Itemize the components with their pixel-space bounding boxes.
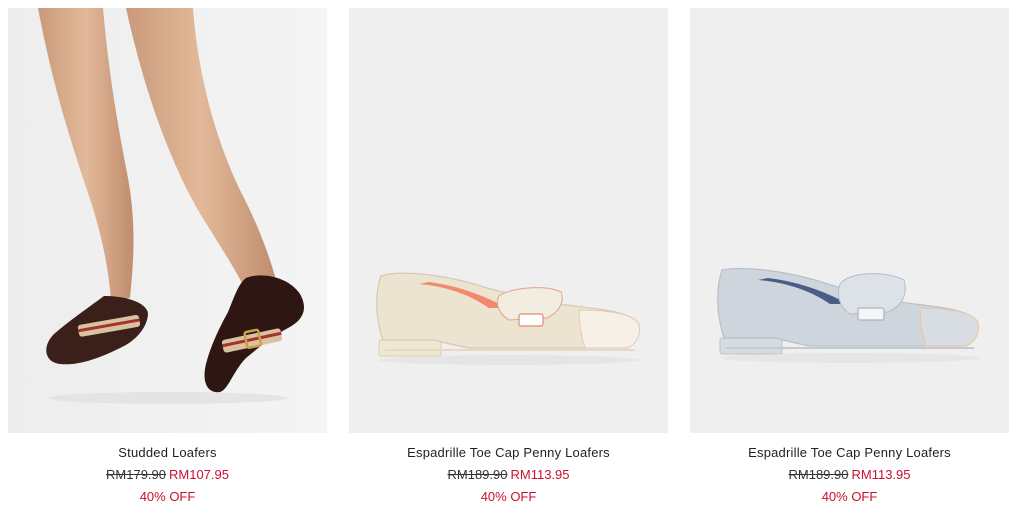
- sale-price: RM113.95: [510, 467, 570, 482]
- cream-penny-loafer-photo[interactable]: [349, 8, 668, 433]
- studded-loafers-photo[interactable]: [8, 8, 327, 433]
- product-name[interactable]: Espadrille Toe Cap Penny Loafers: [349, 445, 668, 461]
- product-name[interactable]: Studded Loafers: [8, 445, 327, 461]
- price-row: RM189.90 RM113.95: [690, 467, 1009, 483]
- discount-badge: 40% OFF: [821, 489, 878, 504]
- discount-badge: 40% OFF: [139, 489, 196, 504]
- product-grid: Studded Loafers RM179.90 RM107.95 40% OFF: [0, 0, 1018, 518]
- product-card[interactable]: Espadrille Toe Cap Penny Loafers RM189.9…: [690, 8, 1009, 505]
- cream-penny-loafer-image: [349, 8, 668, 433]
- studded-loafers-image: [8, 8, 327, 433]
- price-row: RM179.90 RM107.95: [8, 467, 327, 483]
- grey-penny-loafer-photo[interactable]: [690, 8, 1009, 433]
- product-card[interactable]: Espadrille Toe Cap Penny Loafers RM189.9…: [349, 8, 668, 505]
- discount-badge: 40% OFF: [480, 489, 537, 504]
- price-row: RM189.90 RM113.95: [349, 467, 668, 483]
- product-name[interactable]: Espadrille Toe Cap Penny Loafers: [690, 445, 1009, 461]
- grey-penny-loafer-image: [690, 8, 1009, 433]
- sale-price: RM113.95: [851, 467, 911, 482]
- original-price: RM179.90: [106, 467, 166, 482]
- original-price: RM189.90: [447, 467, 508, 482]
- sale-price: RM107.95: [169, 467, 229, 482]
- original-price: RM189.90: [788, 467, 849, 482]
- product-card[interactable]: Studded Loafers RM179.90 RM107.95 40% OFF: [8, 8, 327, 505]
